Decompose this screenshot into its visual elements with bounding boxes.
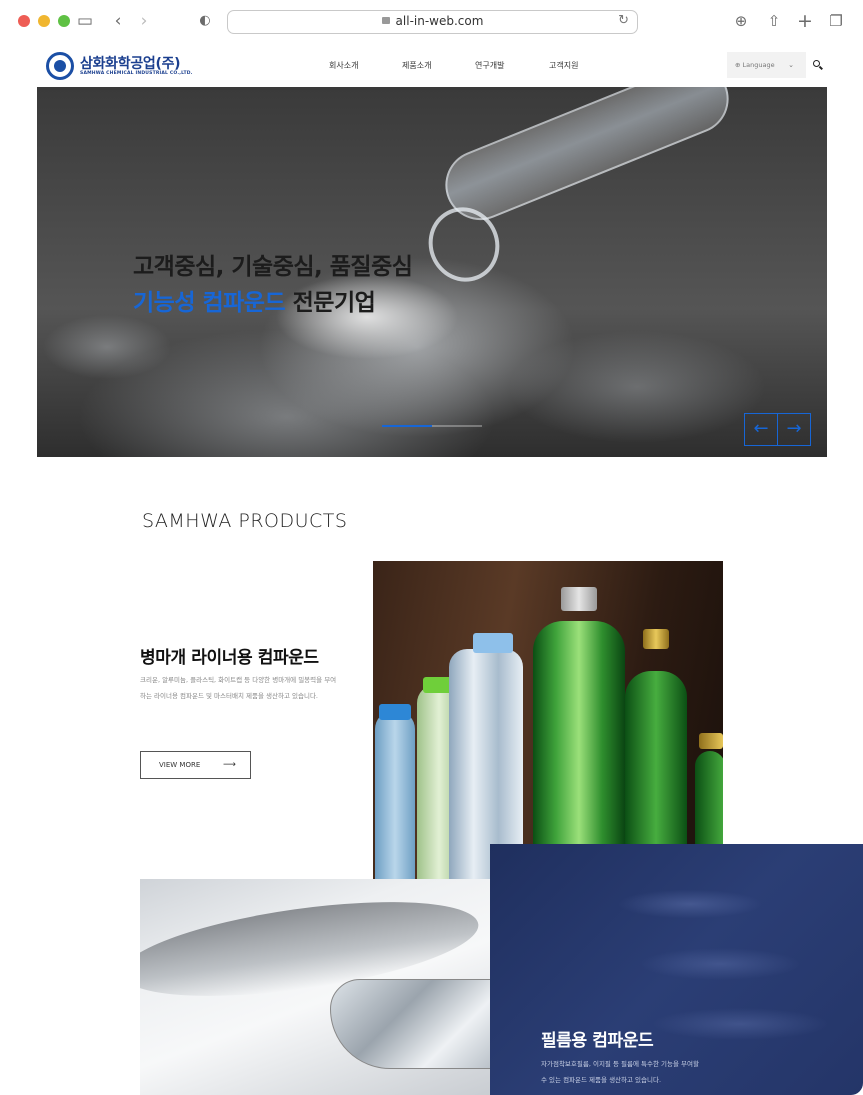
headlight-image [330, 979, 490, 1069]
privacy-shield-icon[interactable]: ◐ [196, 9, 214, 33]
car-headlight-image [140, 879, 490, 1095]
site-header: 삼화화학공업(주) SAMHWA CHEMICAL INDUSTRIAL CO.… [0, 44, 863, 88]
tab-overview-icon[interactable]: ❐ [826, 9, 846, 33]
forward-icon[interactable]: › [136, 9, 152, 33]
download-icon[interactable]: ⊕ [731, 9, 751, 33]
slide-progress-fill [382, 425, 432, 427]
logo-icon[interactable] [46, 52, 74, 80]
arrow-right-icon: ⟶ [223, 760, 236, 770]
hero-highlight: 기능성 컴파운드 [133, 290, 286, 316]
hero-headline: 고객중심, 기술중심, 품질중심 [133, 254, 413, 280]
search-icon[interactable] [812, 59, 824, 71]
view-more-label: VIEW MORE [159, 761, 201, 769]
bottle-cap-image [473, 633, 513, 653]
address-url: all-in-web.com [395, 14, 484, 28]
language-select[interactable]: ⊕ Language ⌄ [727, 52, 806, 78]
test-tube-image [434, 87, 740, 231]
new-tab-icon[interactable]: + [795, 9, 815, 33]
nav-item-research[interactable]: 연구개발 [475, 60, 504, 71]
bottle-cap-image [379, 704, 411, 720]
back-icon[interactable]: ‹ [110, 9, 126, 33]
nav-item-products[interactable]: 제품소개 [402, 60, 431, 71]
browser-toolbar: ▭ ‹ › ◐ all-in-web.com ↻ ⊕ ⇧ + ❐ [0, 0, 863, 44]
zoom-window-button[interactable] [58, 15, 70, 27]
reload-icon[interactable]: ↻ [618, 13, 629, 28]
bottle-cap-image [561, 587, 597, 611]
nav-item-company[interactable]: 회사소개 [329, 60, 358, 71]
share-icon[interactable]: ⇧ [764, 9, 784, 33]
address-bar[interactable]: all-in-web.com ↻ [227, 10, 638, 34]
hero-subheadline: 기능성 컴파운드 전문기업 [133, 283, 376, 317]
chevron-down-icon: ⌄ [788, 61, 794, 69]
minimize-window-button[interactable] [38, 15, 50, 27]
products-section-title: SAMHWA PRODUCTS [142, 510, 348, 532]
view-more-button[interactable]: VIEW MORE ⟶ [140, 751, 251, 779]
bottle-cap-image [699, 733, 723, 749]
product-title: 필름용 컴파운드 [541, 1031, 654, 1051]
logo-subtext: SAMHWA CHEMICAL INDUSTRIAL CO.,LTD. [80, 71, 193, 76]
language-label: Language [742, 61, 775, 69]
nav-item-support[interactable]: 고객지원 [549, 60, 578, 71]
lock-icon [381, 17, 390, 24]
hero-slider: 고객중심, 기술중심, 품질중심 기능성 컴파운드 전문기업 ← → [37, 87, 827, 457]
close-window-button[interactable] [18, 15, 30, 27]
bottle-cap-image [643, 629, 669, 649]
product-description: 크리운, 알루미늄, 플라스틱, 화이트캡 등 다양한 병마개에 밀봉력을 부여… [140, 676, 337, 700]
product-title: 병마개 라이너용 컴파운드 [140, 648, 319, 668]
next-slide-button[interactable]: → [777, 413, 811, 446]
prev-slide-button[interactable]: ← [744, 413, 778, 446]
product-description: 자가점착보호필름, 이지필 등 필름에 특수한 기능을 부여할 수 있는 컴파운… [541, 1060, 699, 1084]
globe-icon: ⊕ [735, 61, 743, 69]
slide-progress-bar [382, 425, 482, 427]
hero-subheadline-rest: 전문기업 [285, 290, 376, 316]
sidebar-icon[interactable]: ▭ [74, 9, 96, 33]
logo-text[interactable]: 삼화화학공업(주) [80, 53, 181, 73]
